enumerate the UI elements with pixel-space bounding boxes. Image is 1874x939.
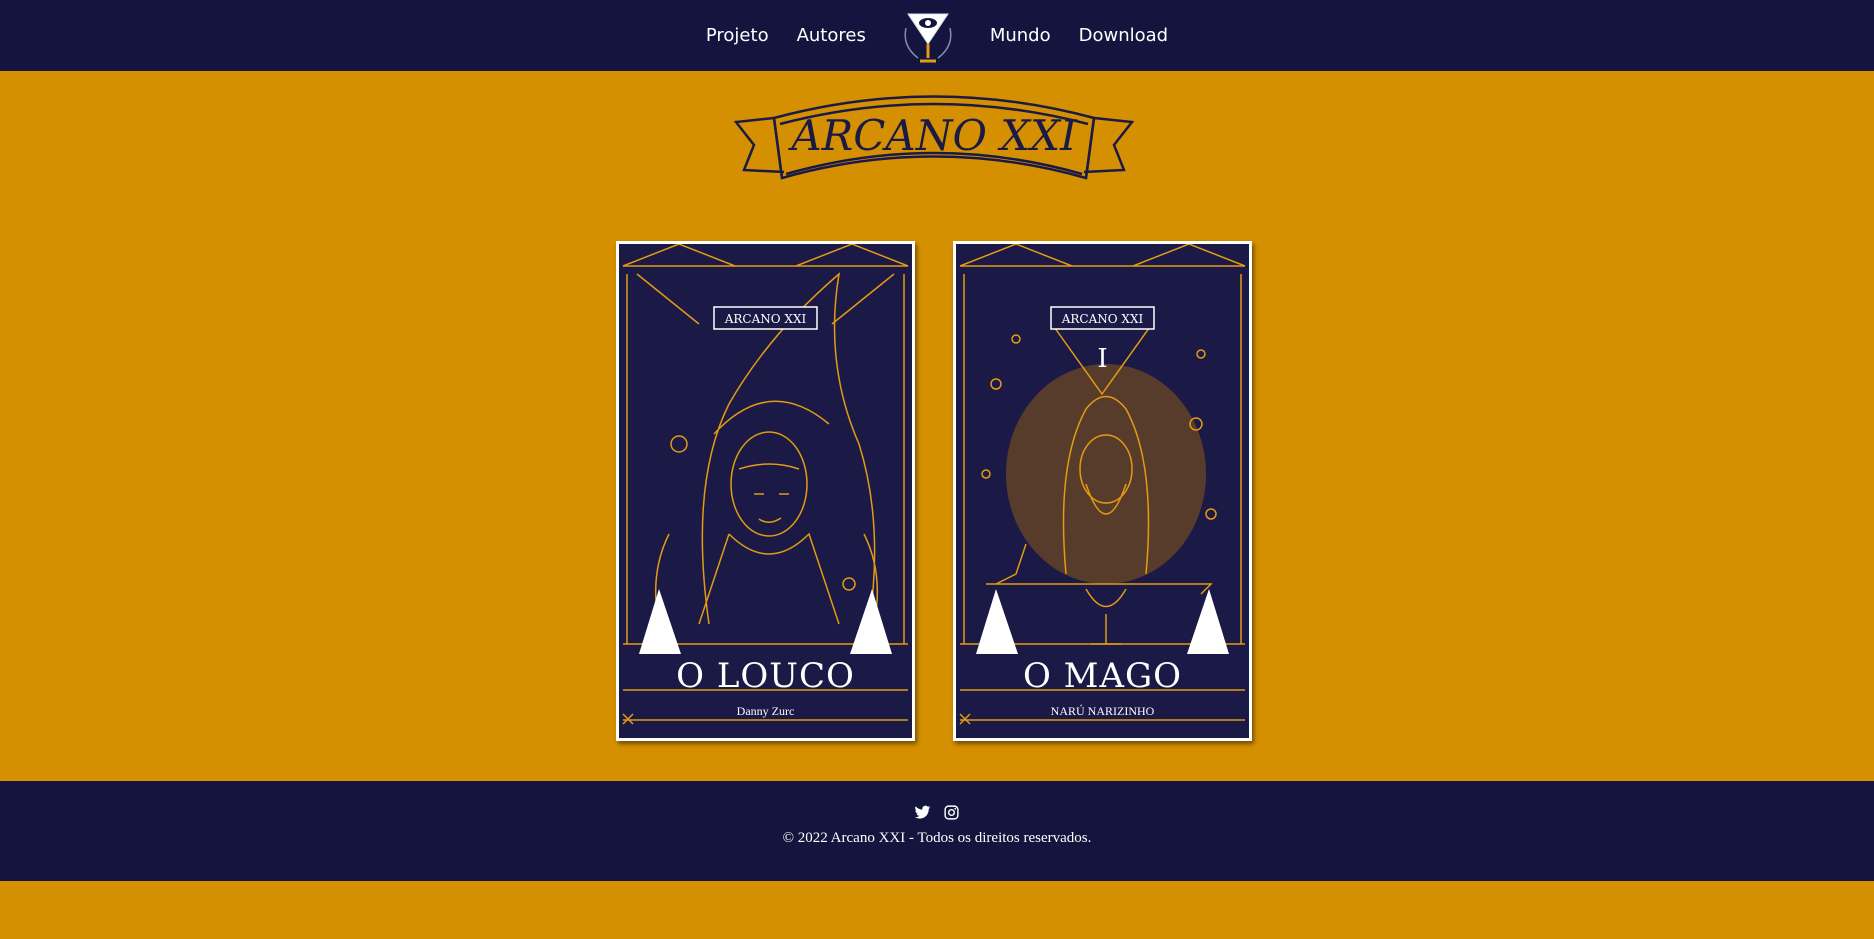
- card-face: ARCANO XXI O LOUCO Danny Zurc: [619, 244, 912, 738]
- card-author: Danny Zurc: [736, 704, 795, 718]
- card-header: ARCANO XXI: [724, 312, 807, 326]
- card-face: ARCANO XXI I O MAGO NARÚ NARIZINHO: [956, 244, 1249, 738]
- nav-link-projeto[interactable]: Projeto: [706, 25, 769, 46]
- nav-link-mundo[interactable]: Mundo: [990, 25, 1051, 46]
- card-author: NARÚ NARIZINHO: [1050, 704, 1155, 718]
- tarot-card-o-mago[interactable]: ARCANO XXI I O MAGO NARÚ NARIZINHO: [953, 241, 1252, 741]
- card-header: ARCANO XXI: [1061, 312, 1144, 326]
- copyright-text: © 2022 Arcano XXI - Todos os direitos re…: [782, 830, 1092, 846]
- nav-link-autores[interactable]: Autores: [797, 25, 866, 46]
- card-name: O LOUCO: [676, 656, 855, 696]
- eye-chalice-logo-icon[interactable]: [900, 6, 956, 66]
- top-navbar: Projeto Autores Mundo Download: [0, 0, 1874, 71]
- instagram-icon[interactable]: [943, 804, 960, 821]
- twitter-icon[interactable]: [914, 804, 931, 821]
- banner-title: ARCANO XXI: [787, 111, 1078, 160]
- tarot-card-o-louco[interactable]: ARCANO XXI O LOUCO Danny Zurc: [616, 241, 915, 741]
- card-name: O MAGO: [1022, 656, 1183, 696]
- footer: © 2022 Arcano XXI - Todos os direitos re…: [0, 781, 1874, 881]
- social-links: [0, 804, 1874, 821]
- card-numeral: I: [1097, 344, 1107, 374]
- title-banner: ARCANO XXI: [734, 95, 1134, 180]
- nav-link-download[interactable]: Download: [1079, 25, 1168, 46]
